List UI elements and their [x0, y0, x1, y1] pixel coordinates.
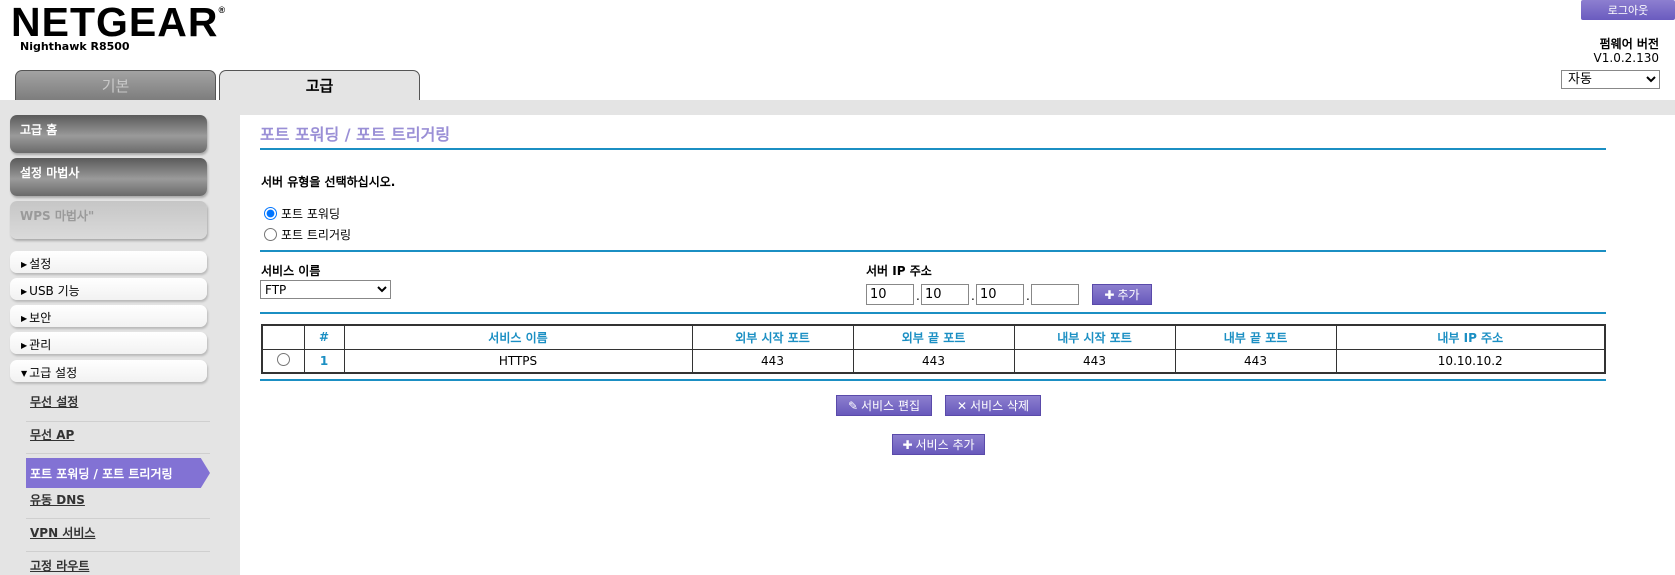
- table-row[interactable]: 1 HTTPS 443 443 443 443 10.10.10.2: [261, 348, 1606, 374]
- col-ext-start-port: 외부 시작 포트: [691, 324, 854, 350]
- ip-separator: .: [971, 289, 975, 303]
- x-icon: ✕: [956, 398, 968, 413]
- expand-arrow-icon: ▶: [21, 260, 28, 269]
- ip-octet-4[interactable]: [1031, 284, 1079, 305]
- firmware-label: 펌웨어 버전: [1599, 37, 1659, 51]
- sidebar-divider: [26, 551, 210, 552]
- radio-port-triggering[interactable]: 포트 트리거링: [264, 226, 351, 243]
- sidebar-item-usb[interactable]: ▶ USB 기능: [10, 278, 207, 300]
- plus-icon: ✚: [1104, 287, 1115, 302]
- button-label: 서비스 삭제: [970, 399, 1030, 413]
- section-divider: [260, 312, 1606, 314]
- col-int-ip: 내부 IP 주소: [1335, 324, 1606, 350]
- registered-mark: ®: [218, 5, 227, 15]
- row-service-name: HTTPS: [343, 348, 693, 374]
- col-service-name: 서비스 이름: [343, 324, 693, 350]
- edit-service-button[interactable]: ✎ 서비스 편집: [836, 395, 932, 416]
- table-header-row: # 서비스 이름 외부 시작 포트 외부 끝 포트 내부 시작 포트 내부 끝 …: [261, 324, 1606, 350]
- col-int-end-port: 내부 끝 포트: [1174, 324, 1337, 350]
- row-number: 1: [303, 348, 345, 374]
- sidebar-item-advanced-setup[interactable]: ▼ 고급 설정: [10, 360, 207, 382]
- sidebar-subitem-vpn-service[interactable]: VPN 서비스: [30, 524, 95, 541]
- sidebar-subitem-wireless-ap[interactable]: 무선 AP: [30, 426, 74, 443]
- button-label: 서비스 편집: [861, 399, 921, 413]
- sidebar-item-label: 설정: [29, 257, 52, 271]
- radio-port-forwarding-input[interactable]: [264, 207, 277, 220]
- row-select-cell[interactable]: [261, 348, 305, 374]
- sidebar-subitem-static-routes[interactable]: 고정 라우트: [30, 557, 89, 574]
- row-ext-end-port: 443: [852, 348, 1015, 374]
- sidebar-item-label: 관리: [29, 338, 52, 352]
- row-int-ip: 10.10.10.2: [1335, 348, 1606, 374]
- button-label: 추가: [1117, 288, 1140, 302]
- sidebar-item-label: WPS 마법사": [20, 209, 95, 223]
- sidebar-item-security[interactable]: ▶ 보안: [10, 305, 207, 327]
- ip-separator: .: [1026, 289, 1030, 303]
- expand-arrow-icon: ▶: [21, 341, 28, 350]
- sidebar-divider: [26, 518, 210, 519]
- expand-arrow-icon: ▶: [21, 314, 28, 323]
- sidebar-item-setup-wizard[interactable]: 설정 마법사: [10, 158, 207, 196]
- col-number: #: [303, 324, 345, 350]
- language-select[interactable]: 자동: [1561, 70, 1660, 89]
- button-label: 서비스 추가: [915, 438, 975, 452]
- row-ext-start-port: 443: [691, 348, 854, 374]
- section-divider: [260, 250, 1606, 252]
- sidebar-divider: [26, 453, 210, 454]
- sidebar-subitem-wireless-settings[interactable]: 무선 설정: [30, 393, 78, 410]
- sidebar-item-label: USB 기능: [29, 284, 80, 298]
- plus-icon: ✚: [902, 437, 913, 452]
- sidebar-item-wps-wizard[interactable]: WPS 마법사": [10, 201, 207, 239]
- ip-octet-2[interactable]: [921, 284, 969, 305]
- sidebar-item-label: 고급 홈: [20, 123, 58, 137]
- radio-port-triggering-input[interactable]: [264, 228, 277, 241]
- server-type-prompt: 서버 유형을 선택하십시오.: [261, 175, 396, 189]
- sidebar-item-label: 보안: [29, 311, 52, 325]
- pencil-icon: ✎: [847, 398, 859, 413]
- firmware-version: V1.0.2.130: [1593, 51, 1659, 65]
- sidebar-item-admin[interactable]: ▶ 관리: [10, 332, 207, 354]
- row-select-radio[interactable]: [276, 352, 290, 366]
- server-ip-label: 서버 IP 주소: [866, 264, 932, 278]
- sidebar-subitem-port-forwarding[interactable]: 포트 포워딩 / 포트 트리거링: [26, 458, 210, 488]
- row-int-end-port: 443: [1174, 348, 1337, 374]
- service-name-select[interactable]: FTP: [260, 280, 391, 299]
- sidebar-subitem-dynamic-dns[interactable]: 유동 DNS: [30, 491, 85, 508]
- radio-label: 포트 트리거링: [281, 228, 352, 242]
- row-int-start-port: 443: [1013, 348, 1176, 374]
- radio-label: 포트 포워딩: [281, 207, 341, 221]
- sidebar-item-advanced-home[interactable]: 고급 홈: [10, 115, 207, 153]
- section-divider: [260, 148, 1606, 150]
- radio-port-forwarding[interactable]: 포트 포워딩: [264, 205, 340, 222]
- page-title: 포트 포워딩 / 포트 트리거링: [260, 125, 451, 144]
- collapse-arrow-icon: ▼: [21, 369, 28, 378]
- router-model: Nighthawk R8500: [20, 40, 130, 53]
- delete-service-button[interactable]: ✕ 서비스 삭제: [945, 395, 1041, 416]
- col-int-start-port: 내부 시작 포트: [1013, 324, 1176, 350]
- logout-button[interactable]: 로그아웃: [1581, 0, 1675, 20]
- add-service-button[interactable]: ✚ 서비스 추가: [892, 434, 985, 455]
- sidebar-item-label: 고급 설정: [29, 366, 78, 380]
- ip-octet-3[interactable]: [976, 284, 1024, 305]
- ip-octet-1[interactable]: [866, 284, 914, 305]
- sidebar-item-label: 설정 마법사: [20, 166, 80, 180]
- sidebar-item-label: 포트 포워딩 / 포트 트리거링: [30, 466, 173, 481]
- service-table: # 서비스 이름 외부 시작 포트 외부 끝 포트 내부 시작 포트 내부 끝 …: [261, 324, 1606, 374]
- col-ext-end-port: 외부 끝 포트: [852, 324, 1015, 350]
- tab-basic[interactable]: 기본: [15, 70, 216, 100]
- add-ip-button[interactable]: ✚ 추가: [1092, 284, 1152, 305]
- netgear-logo: NETGEAR®: [11, 2, 226, 43]
- expand-arrow-icon: ▶: [21, 287, 28, 296]
- section-divider: [260, 379, 1606, 381]
- sidebar-item-setup[interactable]: ▶ 설정: [10, 251, 207, 273]
- tab-advanced[interactable]: 고급: [219, 70, 420, 100]
- service-name-label: 서비스 이름: [261, 264, 321, 278]
- ip-separator: .: [916, 289, 920, 303]
- sidebar-divider: [26, 421, 210, 422]
- col-select: [261, 324, 305, 350]
- logo-text: NETGEAR: [11, 0, 219, 45]
